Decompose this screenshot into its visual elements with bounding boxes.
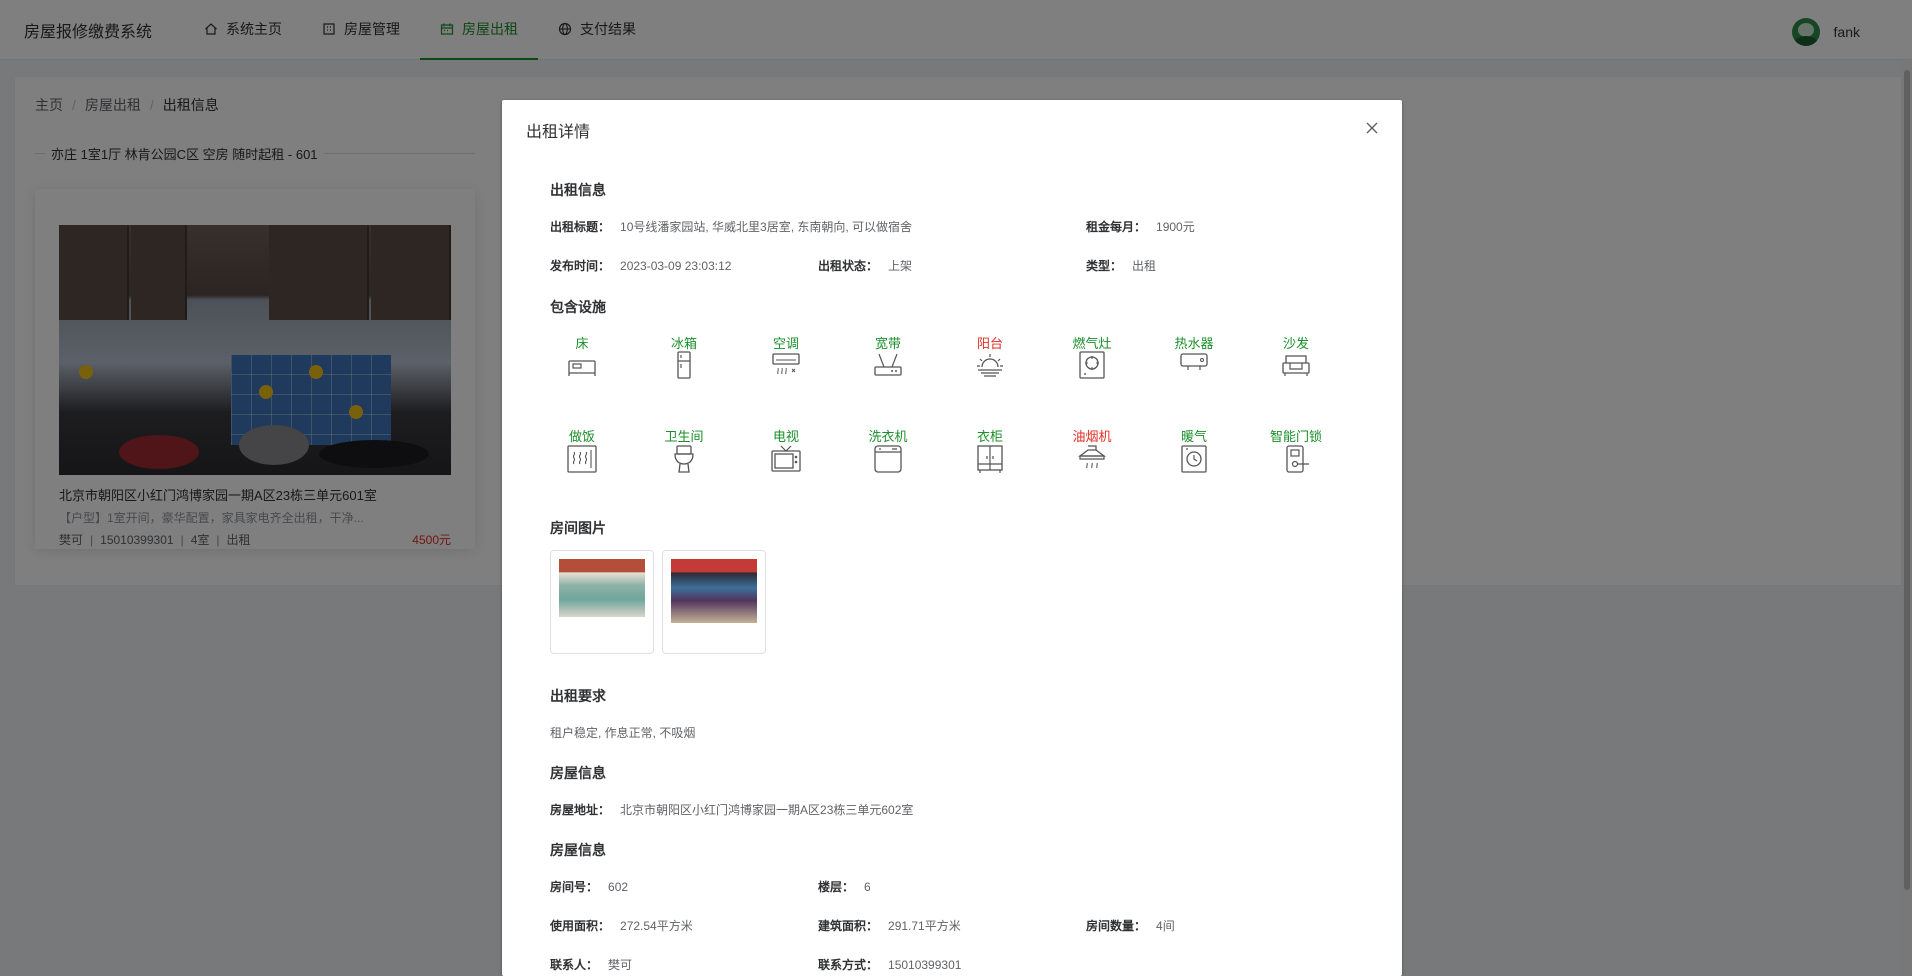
amenity-bed: 床 <box>552 333 612 379</box>
amenity-gas-stove: 燃气灶 <box>1062 333 1122 379</box>
room-image-1[interactable] <box>550 550 654 654</box>
amenity-water-heater: 热水器 <box>1164 333 1224 379</box>
rental-detail-dialog: 出租详情 出租信息 出租标题： 10号线潘家园站, 华威北里3居室, 东南朝向, … <box>502 100 1402 976</box>
amenity-broadband: 宽带 <box>858 333 918 379</box>
amenity-fridge: 冰箱 <box>654 333 714 379</box>
amenity-air-conditioner: 空调 <box>756 333 816 379</box>
sofa-icon <box>1282 355 1310 376</box>
close-icon[interactable] <box>1364 120 1380 136</box>
dialog-title: 出租详情 <box>526 124 591 141</box>
section-rental-info: 出租信息 <box>550 182 606 198</box>
rental-title-field: 出租标题： 10号线潘家园站, 华威北里3居室, 东南朝向, 可以做宿舍 <box>550 220 913 234</box>
amenity-smart-lock: 智能门锁 <box>1266 426 1326 474</box>
air-conditioner-icon <box>772 353 800 375</box>
amenity-cooking: 做饭 <box>552 426 612 474</box>
contact-phone-field: 联系方式： 15010399301 <box>818 958 962 972</box>
rental-status-field: 出租状态： 上架 <box>818 259 913 273</box>
gas-stove-icon <box>1079 351 1105 379</box>
section-house-address: 房屋信息 <box>550 765 606 781</box>
amenity-heating: 暖气 <box>1164 426 1224 474</box>
fridge-icon <box>677 351 691 379</box>
floor-field: 楼层： 6 <box>818 880 871 894</box>
amenity-sofa: 沙发 <box>1266 333 1326 379</box>
room-number-field: 房间号： 602 <box>550 880 629 894</box>
sunrise-icon <box>977 354 1003 377</box>
heater-icon <box>1181 445 1207 473</box>
water-heater-icon <box>1180 353 1208 370</box>
house-address-field: 房屋地址： 北京市朝阳区小红门鸿博家园一期A区23栋三单元602室 <box>550 803 914 817</box>
publish-time-field: 发布时间： 2023-03-09 23:03:12 <box>550 259 732 273</box>
router-icon <box>874 353 902 376</box>
contact-person-field: 联系人： 樊可 <box>550 958 633 972</box>
amenity-tv: 电视 <box>756 426 816 474</box>
wardrobe-icon <box>977 445 1003 473</box>
section-requirements: 出租要求 <box>550 688 606 704</box>
cooker-icon <box>567 445 597 473</box>
amenity-washing-machine: 洗衣机 <box>858 426 918 474</box>
section-facilities: 包含设施 <box>550 299 606 315</box>
section-house-info: 房屋信息 <box>550 842 606 858</box>
bed-icon <box>568 360 596 376</box>
room-count-field: 房间数量： 4间 <box>1086 919 1175 933</box>
smart-lock-icon <box>1286 445 1309 473</box>
requirements-text: 租户稳定, 作息正常, 不吸烟 <box>550 726 696 740</box>
washing-machine-icon <box>874 445 902 473</box>
toilet-icon <box>674 445 694 473</box>
usable-area-field: 使用面积： 272.54平方米 <box>550 919 693 933</box>
room-image-2[interactable] <box>662 550 766 654</box>
rental-type-field: 类型： 出租 <box>1086 259 1157 273</box>
amenity-balcony: 阳台 <box>960 333 1020 379</box>
amenity-range-hood: 油烟机 <box>1062 426 1122 474</box>
range-hood-icon <box>1078 445 1106 469</box>
amenity-bathroom: 卫生间 <box>654 426 714 474</box>
tv-icon <box>771 445 801 472</box>
rent-field: 租金每月： 1900元 <box>1086 220 1195 234</box>
section-room-images: 房间图片 <box>550 520 606 536</box>
amenity-wardrobe: 衣柜 <box>960 426 1020 474</box>
building-area-field: 建筑面积： 291.71平方米 <box>818 919 961 933</box>
